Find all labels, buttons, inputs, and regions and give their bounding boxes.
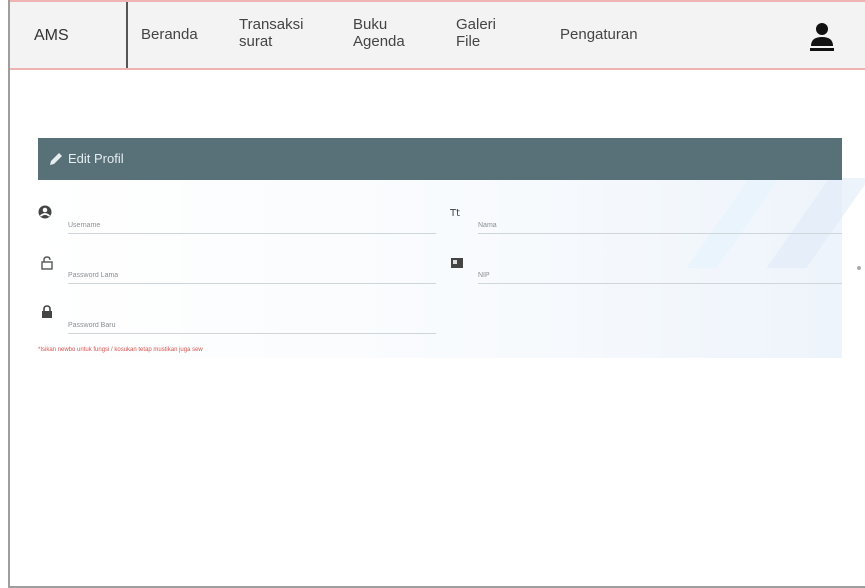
nav-item-galeri-file[interactable]: Galeri File (456, 16, 516, 50)
top-navbar: AMS Beranda Transaksi surat Buku Agenda … (10, 0, 865, 70)
username-input[interactable] (68, 210, 436, 233)
text-icon: Tt (450, 208, 460, 219)
password-baru-input[interactable] (68, 310, 436, 333)
user-icon[interactable] (808, 20, 836, 52)
edit-profile-card: Edit Profil Tt (38, 138, 865, 358)
pencil-icon (50, 153, 62, 165)
app-window: AMS Beranda Transaksi surat Buku Agenda … (8, 0, 865, 588)
edge-marker (857, 266, 861, 270)
form-note: *Isikan newbo untuk fungsi / kosukan tet… (38, 347, 203, 353)
svg-text:Tt: Tt (450, 208, 460, 219)
nav-item-buku-agenda[interactable]: Buku Agenda (353, 16, 425, 50)
password-lama-field[interactable] (68, 260, 436, 284)
nama-field[interactable] (478, 210, 842, 234)
nav-item-beranda[interactable]: Beranda (141, 26, 198, 43)
unlock-icon (41, 256, 53, 270)
password-baru-field[interactable] (68, 310, 436, 334)
brand-logo[interactable]: AMS (34, 27, 69, 45)
user-circle-icon (38, 205, 52, 219)
nav-item-pengaturan[interactable]: Pengaturan (560, 26, 638, 43)
brand-divider (126, 2, 128, 68)
nip-field[interactable] (478, 260, 842, 284)
username-field[interactable] (68, 210, 436, 234)
password-lama-input[interactable] (68, 260, 436, 283)
id-card-icon (451, 258, 463, 268)
card-title: Edit Profil (68, 151, 124, 166)
nip-input[interactable] (478, 260, 842, 283)
lock-icon (42, 305, 52, 318)
card-header: Edit Profil (38, 138, 842, 180)
nav-item-transaksi-surat[interactable]: Transaksi surat (239, 16, 311, 50)
nama-input[interactable] (478, 210, 842, 233)
